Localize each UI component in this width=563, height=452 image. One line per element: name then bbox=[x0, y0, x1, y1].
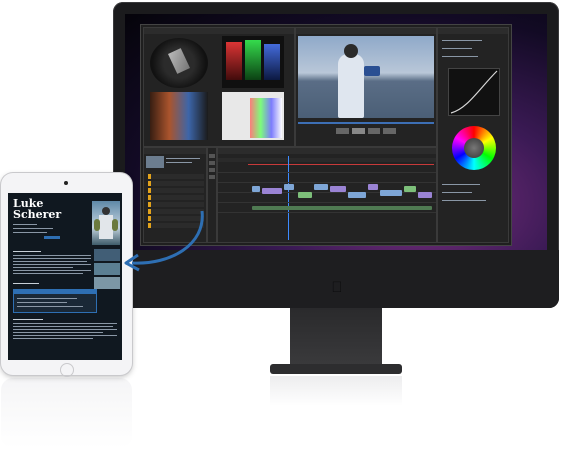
table-header bbox=[14, 290, 96, 294]
video-frame bbox=[298, 36, 434, 118]
curves-editor[interactable] bbox=[448, 68, 500, 116]
camera-icon bbox=[64, 181, 68, 185]
curved-arrow-icon bbox=[124, 210, 204, 272]
rgb-parade-scope bbox=[222, 36, 284, 88]
home-button[interactable] bbox=[60, 363, 74, 377]
timeline-clip[interactable] bbox=[252, 186, 260, 192]
angler-figure bbox=[338, 54, 364, 118]
lumetri-color-panel bbox=[437, 27, 509, 243]
list-item[interactable] bbox=[148, 181, 204, 186]
project-thumbnail bbox=[146, 156, 164, 168]
loop-icon[interactable] bbox=[383, 128, 396, 134]
hand-tool-icon[interactable] bbox=[209, 168, 215, 172]
ipad-reflection bbox=[1, 378, 132, 448]
project-tabbar bbox=[144, 148, 206, 154]
program-monitor-tabbar bbox=[296, 28, 436, 34]
razor-tool-icon[interactable] bbox=[209, 161, 215, 165]
transport-controls bbox=[336, 128, 396, 134]
program-monitor bbox=[295, 27, 437, 147]
list-item[interactable] bbox=[148, 195, 204, 200]
timeline-clip[interactable] bbox=[262, 188, 282, 194]
list-item[interactable] bbox=[148, 188, 204, 193]
selection-tool-icon[interactable] bbox=[209, 154, 215, 158]
imac-stand-base bbox=[270, 364, 402, 374]
imac-reflection bbox=[270, 376, 402, 406]
step-forward-icon[interactable] bbox=[367, 128, 381, 134]
timeline-clip[interactable] bbox=[348, 192, 366, 198]
timeline-playhead[interactable] bbox=[288, 156, 289, 240]
timeline-clip[interactable] bbox=[404, 186, 416, 192]
play-icon[interactable] bbox=[351, 128, 365, 134]
thumbnail-image[interactable] bbox=[94, 277, 120, 289]
text-tool-icon[interactable] bbox=[209, 175, 215, 179]
time-ruler[interactable] bbox=[218, 158, 436, 162]
timeline-clip[interactable] bbox=[284, 184, 294, 190]
histogram-scope bbox=[222, 92, 284, 140]
work-area-bar bbox=[248, 164, 434, 165]
audio-track[interactable] bbox=[252, 206, 432, 210]
link-button[interactable] bbox=[44, 236, 60, 239]
timeline-clip[interactable] bbox=[418, 192, 432, 198]
lumetri-tabbar bbox=[438, 28, 508, 34]
playhead-bar[interactable] bbox=[298, 122, 434, 124]
apple-logo-icon:  bbox=[330, 280, 344, 296]
scopes-panel bbox=[143, 27, 295, 147]
timeline-clip[interactable] bbox=[330, 186, 346, 192]
timeline-panel bbox=[217, 147, 437, 243]
data-table bbox=[13, 289, 97, 313]
step-back-icon[interactable] bbox=[336, 128, 349, 134]
timeline-clip[interactable] bbox=[314, 184, 328, 190]
scopes-tabbar bbox=[144, 28, 294, 34]
list-item[interactable] bbox=[148, 174, 204, 179]
timeline-clip[interactable] bbox=[368, 184, 378, 190]
imac-stand bbox=[290, 308, 382, 366]
vectorscope bbox=[150, 38, 208, 88]
timeline-tabbar bbox=[218, 148, 436, 154]
color-wheel[interactable] bbox=[452, 126, 496, 170]
page-title: Luke Scherer bbox=[13, 197, 62, 221]
ipad-screen: Luke Scherer bbox=[8, 193, 122, 360]
timeline-clip[interactable] bbox=[298, 192, 312, 198]
timeline-clip[interactable] bbox=[380, 190, 402, 196]
waveform-scope bbox=[150, 92, 208, 140]
